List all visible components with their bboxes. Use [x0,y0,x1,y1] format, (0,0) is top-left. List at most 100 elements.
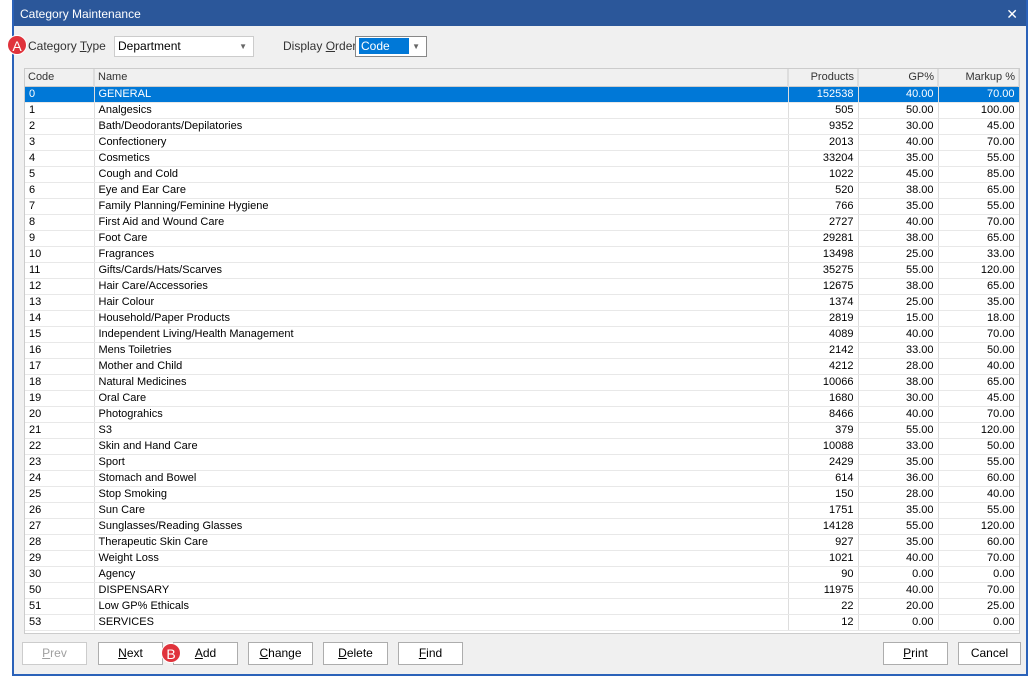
col-header-gp[interactable]: GP% [858,69,939,87]
table-row[interactable]: 17 Mother and Child 4212 28.00 40.00 [25,358,1019,375]
prev-button[interactable]: Prev [22,642,87,665]
table-row[interactable]: 15 Independent Living/Health Management 40… [25,326,1019,343]
cell-gp: 33.00 [858,342,939,359]
cell-gp: 55.00 [858,262,939,279]
cell-name: Confectionery [94,134,789,151]
cell-gp: 35.00 [858,502,939,519]
cell-markup: 120.00 [938,422,1019,439]
category-type-label: Category Type [28,39,106,53]
cell-products: 520 [788,182,859,199]
cell-gp: 0.00 [858,614,939,631]
cell-products: 150 [788,486,859,503]
table-row[interactable]: 13 Hair Colour 1374 25.00 35.00 [25,294,1019,311]
cell-code: 26 [25,502,95,519]
table-row[interactable]: 20 Photograhics 8466 40.00 70.00 [25,406,1019,423]
cell-markup: 60.00 [938,470,1019,487]
table-row[interactable]: 29 Weight Loss 1021 40.00 70.00 [25,550,1019,567]
display-order-select[interactable]: Code ▼ [355,36,427,57]
cell-gp: 28.00 [858,486,939,503]
cell-name: Low GP% Ethicals [94,598,789,615]
find-button[interactable]: Find [398,642,463,665]
table-row[interactable]: 0 GENERAL 152538 40.00 70.00 [25,86,1019,103]
cell-name: Agency [94,566,789,583]
cell-name: Sport [94,454,789,471]
table-row[interactable]: 53 SERVICES 12 0.00 0.00 [25,614,1019,631]
category-grid[interactable]: Code Name Products GP% Markup % 0 GENERAL… [24,68,1020,634]
cell-code: 8 [25,214,95,231]
cell-name: SERVICES [94,614,789,631]
cell-name: Stomach and Bowel [94,470,789,487]
cell-code: 10 [25,246,95,263]
cell-gp: 38.00 [858,278,939,295]
table-row[interactable]: 18 Natural Medicines 10066 38.00 65.00 [25,374,1019,391]
table-row[interactable]: 24 Stomach and Bowel 614 36.00 60.00 [25,470,1019,487]
table-row[interactable]: 14 Household/Paper Products 2819 15.00 18.00 [25,310,1019,327]
cell-markup: 50.00 [938,342,1019,359]
table-row[interactable]: 51 Low GP% Ethicals 22 20.00 25.00 [25,598,1019,615]
table-row[interactable]: 8 First Aid and Wound Care 2727 40.00 70.00 [25,214,1019,231]
table-row[interactable]: 4 Cosmetics 33204 35.00 55.00 [25,150,1019,167]
table-row[interactable]: 9 Foot Care 29281 38.00 65.00 [25,230,1019,247]
col-header-products[interactable]: Products [788,69,859,87]
cell-code: 20 [25,406,95,423]
table-row[interactable]: 3 Confectionery 2013 40.00 70.00 [25,134,1019,151]
table-row[interactable]: 26 Sun Care 1751 35.00 55.00 [25,502,1019,519]
delete-button[interactable]: Delete [323,642,388,665]
change-button[interactable]: Change [248,642,313,665]
col-header-code[interactable]: Code [25,69,95,87]
cell-name: Natural Medicines [94,374,789,391]
window-title: Category Maintenance [20,7,141,21]
cancel-button[interactable]: Cancel [958,642,1021,665]
table-row[interactable]: 2 Bath/Deodorants/Depilatories 9352 30.00 45… [25,118,1019,135]
annotation-badge-a: A [7,35,27,55]
cell-gp: 35.00 [858,198,939,215]
cell-products: 379 [788,422,859,439]
cell-gp: 38.00 [858,374,939,391]
cell-code: 30 [25,566,95,583]
table-row[interactable]: 22 Skin and Hand Care 10088 33.00 50.00 [25,438,1019,455]
cell-markup: 120.00 [938,518,1019,535]
table-row[interactable]: 6 Eye and Ear Care 520 38.00 65.00 [25,182,1019,199]
table-row[interactable]: 5 Cough and Cold 1022 45.00 85.00 [25,166,1019,183]
table-row[interactable]: 28 Therapeutic Skin Care 927 35.00 60.00 [25,534,1019,551]
table-row[interactable]: 50 DISPENSARY 11975 40.00 70.00 [25,582,1019,599]
table-row[interactable]: 7 Family Planning/Feminine Hygiene 766 35.0… [25,198,1019,215]
cell-markup: 45.00 [938,118,1019,135]
table-row[interactable]: 30 Agency 90 0.00 0.00 [25,566,1019,583]
next-button[interactable]: Next [98,642,163,665]
cell-products: 10066 [788,374,859,391]
cell-products: 35275 [788,262,859,279]
print-button[interactable]: Print [883,642,948,665]
cell-name: Photograhics [94,406,789,423]
cell-name: S3 [94,422,789,439]
table-row[interactable]: 11 Gifts/Cards/Hats/Scarves 35275 55.00 120.… [25,262,1019,279]
cell-name: Hair Care/Accessories [94,278,789,295]
cell-gp: 0.00 [858,566,939,583]
cell-gp: 36.00 [858,470,939,487]
cell-name: Mens Toiletries [94,342,789,359]
table-row[interactable]: 16 Mens Toiletries 2142 33.00 50.00 [25,342,1019,359]
table-row[interactable]: 1 Analgesics 505 50.00 100.00 [25,102,1019,119]
table-row[interactable]: 25 Stop Smoking 150 28.00 40.00 [25,486,1019,503]
cell-gp: 15.00 [858,310,939,327]
category-type-select[interactable]: Department ▼ [114,36,254,57]
table-row[interactable]: 23 Sport 2429 35.00 55.00 [25,454,1019,471]
cell-markup: 70.00 [938,406,1019,423]
cell-products: 1021 [788,550,859,567]
cell-products: 8466 [788,406,859,423]
cell-products: 614 [788,470,859,487]
add-button[interactable]: Add [173,642,238,665]
display-order-label: Display Order [283,39,357,53]
cell-products: 1022 [788,166,859,183]
table-row[interactable]: 10 Fragrances 13498 25.00 33.00 [25,246,1019,263]
table-row[interactable]: 12 Hair Care/Accessories 12675 38.00 65.00 [25,278,1019,295]
col-header-markup[interactable]: Markup % [938,69,1019,87]
table-row[interactable]: 27 Sunglasses/Reading Glasses 14128 55.00 12… [25,518,1019,535]
table-row[interactable]: 21 S3 379 55.00 120.00 [25,422,1019,439]
close-icon[interactable]: ✕ [1006,0,1018,28]
cell-gp: 50.00 [858,102,939,119]
cell-products: 22 [788,598,859,615]
col-header-name[interactable]: Name [94,69,789,87]
cell-name: Therapeutic Skin Care [94,534,789,551]
table-row[interactable]: 19 Oral Care 1680 30.00 45.00 [25,390,1019,407]
